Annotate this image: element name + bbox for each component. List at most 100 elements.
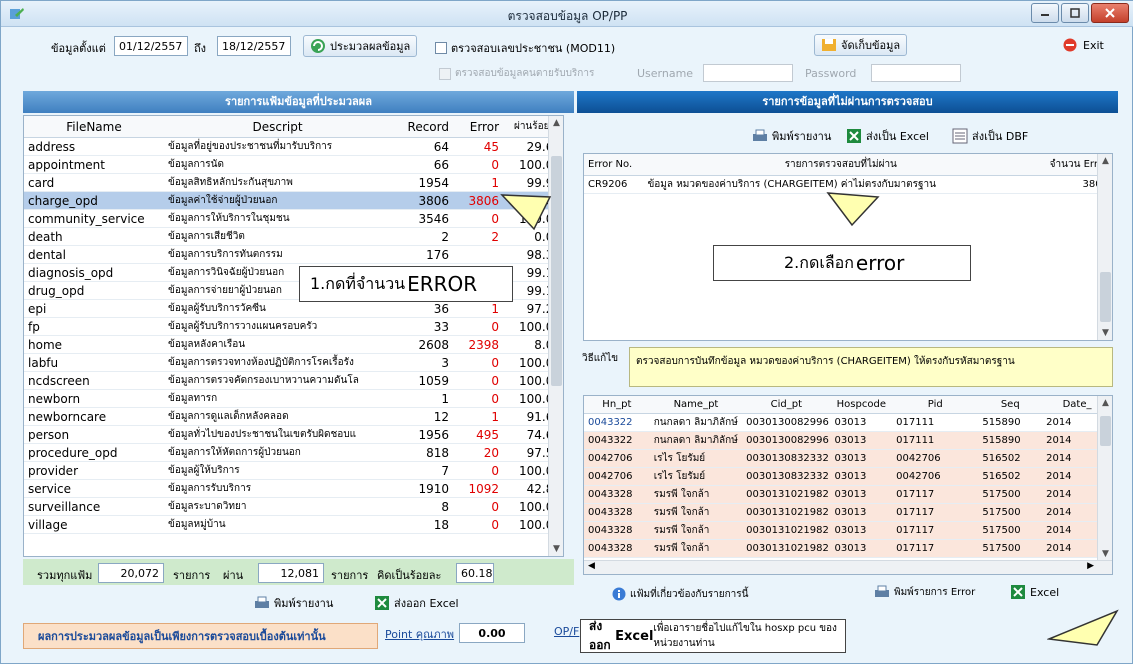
detail-excel-label: Excel xyxy=(1030,585,1060,599)
process-button[interactable]: ประมวลผลข้อมูล xyxy=(303,35,418,57)
table-row[interactable]: address ข้อมูลที่อยู่ของประชาชนที่มารับบร… xyxy=(24,137,563,156)
table-row[interactable]: village ข้อมูลหมู่บ้าน 18 0 100.00 xyxy=(24,515,563,534)
date-to-input[interactable]: 18/12/2557 xyxy=(217,36,291,56)
error-cell[interactable]: 0 xyxy=(453,515,503,534)
table-row[interactable]: deathข้อมูลการเสียชีวิต220.00 xyxy=(24,227,563,246)
file-grid-scrollbar[interactable]: ▲ ▼ xyxy=(548,116,563,556)
error-cell[interactable]: 20 xyxy=(453,443,503,462)
detail-grid-vscrollbar[interactable]: ▲ ▼ xyxy=(1097,396,1112,560)
detail-row[interactable]: 0043328 รมรพี ใจกล้า 0030131021982 03013 017… xyxy=(584,485,1112,504)
related-files-button[interactable]: แฟ้มที่เกี่ยวข้องกับรายการนี้ xyxy=(605,583,756,605)
scroll-thumb[interactable] xyxy=(1100,272,1111,322)
column-header[interactable]: Error xyxy=(453,116,503,138)
detail-excel-button[interactable]: Excel xyxy=(1003,581,1066,603)
error-cell[interactable]: 0 xyxy=(453,497,503,516)
table-row[interactable]: person ข้อมูลทั่วไปของประชาชนในเขตรับผิดช… xyxy=(24,425,563,444)
save-data-button[interactable]: จัดเก็บข้อมูล xyxy=(814,34,908,56)
date-from-input[interactable]: 01/12/2557 xyxy=(114,36,188,56)
error-cell[interactable]: 0 xyxy=(453,353,503,372)
error-cell[interactable]: 1 xyxy=(453,173,503,192)
maximize-button[interactable] xyxy=(1061,3,1089,23)
error-cell[interactable] xyxy=(453,245,503,264)
detail-row[interactable]: 0043328 รมรพี ใจกล้า 0030131021982 03013 017… xyxy=(584,521,1112,540)
scroll-thumb[interactable] xyxy=(1100,416,1111,446)
error-cell[interactable]: 2398 xyxy=(453,335,503,354)
scroll-down-icon[interactable]: ▼ xyxy=(549,544,563,554)
table-row[interactable]: appointment ข้อมูลการนัด 66 0 100.00 xyxy=(24,155,563,174)
table-row[interactable]: ncdscreen ข้อมูลการตรวจคัดกรองเบาหวานความ… xyxy=(24,371,563,390)
table-row[interactable]: community_service ข้อมูลการให้บริการในชุม… xyxy=(24,209,563,228)
check-cid-checkbox[interactable]: ตรวจสอบเลขประชาชน (MOD11) xyxy=(435,39,615,57)
error-cell[interactable]: 3806 xyxy=(453,191,503,210)
point-quality-link[interactable]: Point คุณภาพ xyxy=(385,625,454,643)
table-row[interactable]: dental ข้อมูลการบริการทันตกรรม 176 98.32 xyxy=(24,245,563,264)
error-cell[interactable]: 0 xyxy=(453,209,503,228)
scroll-down-icon[interactable]: ▼ xyxy=(1098,549,1112,559)
table-row[interactable]: labfu ข้อมูลการตรวจทางห้องปฏิบัติการโรคเร… xyxy=(24,353,563,372)
right-excel-button[interactable]: ส่งเป็น Excel xyxy=(839,125,936,147)
file-name-cell: charge_opd xyxy=(24,191,164,210)
right-print-button[interactable]: พิมพ์รายงาน xyxy=(745,125,838,147)
error-cell[interactable]: 495 xyxy=(453,425,503,444)
column-header[interactable]: Record xyxy=(391,116,453,138)
table-row[interactable]: homeข้อมูลหลังคาเรือน260823988.05 xyxy=(24,335,563,354)
close-button[interactable] xyxy=(1091,3,1129,23)
table-row[interactable]: procedure_opd ข้อมูลการให้หัตถการผู้ป่วยน… xyxy=(24,443,563,462)
detail-row[interactable]: 0042706 เรไร โยรัมย์ 0030130832332 03013 004… xyxy=(584,467,1112,486)
column-header[interactable]: Hn_pt xyxy=(584,396,650,414)
error-grid-scrollbar[interactable]: ▲ ▼ xyxy=(1097,154,1112,340)
table-row[interactable]: surveillance ข้อมูลระบาดวิทยา 8 0 100.00 xyxy=(24,497,563,516)
right-dbf-button[interactable]: ส่งเป็น DBF xyxy=(945,125,1035,147)
detail-row[interactable]: 0042706 เรไร โยรัมย์ 0030130832332 03013 004… xyxy=(584,449,1112,468)
error-cell[interactable]: 0 xyxy=(453,155,503,174)
column-header[interactable]: Hospcode xyxy=(830,396,893,414)
minimize-button[interactable] xyxy=(1031,3,1059,23)
detail-row[interactable]: 0043322 กนกลดา ลิมาภิลักษ์ 0030130082996 03… xyxy=(584,413,1112,432)
column-header[interactable]: Pid xyxy=(892,396,979,414)
check-death-checkbox[interactable]: ตรวจสอบข้อมูลคนตายรับบริการ xyxy=(439,66,594,81)
table-row[interactable]: card ข้อมูลสิทธิหลักประกันสุขภาพ 1954 1 99.9… xyxy=(24,173,563,192)
scroll-thumb[interactable] xyxy=(551,156,562,386)
column-header[interactable]: Descript xyxy=(164,116,391,138)
error-cell[interactable]: 0 xyxy=(453,317,503,336)
error-cell[interactable]: 1 xyxy=(453,299,503,318)
table-row[interactable]: epi ข้อมูลผู้รับบริการวัคซีน 36 1 97.22 xyxy=(24,299,563,318)
table-row[interactable]: provider ข้อมูลผู้ให้บริการ 7 0 100.00 xyxy=(24,461,563,480)
table-row[interactable]: newborncare ข้อมูลการดูแลเด็กหลังคลอด 12 1 9… xyxy=(24,407,563,426)
op-link[interactable]: OP/F xyxy=(554,625,579,638)
detail-row[interactable]: 0043328 รมรพี ใจกล้า 0030131021982 03013 017… xyxy=(584,539,1112,558)
column-header[interactable]: Error No. xyxy=(584,154,644,176)
column-header[interactable]: FileName xyxy=(24,116,164,138)
detail-grid-hscrollbar[interactable]: ◀ ▶ xyxy=(584,560,1112,574)
error-cell[interactable]: 1 xyxy=(453,407,503,426)
scroll-down-icon[interactable]: ▼ xyxy=(1098,328,1112,338)
column-header[interactable]: Cid_pt xyxy=(742,396,831,414)
record-cell: 66 xyxy=(391,155,453,174)
scroll-left-icon[interactable]: ◀ xyxy=(588,561,595,571)
table-row[interactable]: charge_opd ข้อมูลค่าใช้จ่ายผู้ป่วยนอก 3806… xyxy=(24,191,563,210)
username-input[interactable] xyxy=(703,64,793,82)
scroll-up-icon[interactable]: ▲ xyxy=(549,118,563,128)
column-header[interactable]: Name_pt xyxy=(649,396,743,414)
error-cell[interactable]: 0 xyxy=(453,389,503,408)
scroll-up-icon[interactable]: ▲ xyxy=(1098,156,1112,166)
left-print-button[interactable]: พิมพ์รายงาน xyxy=(247,592,340,614)
error-cell[interactable]: 45 xyxy=(453,137,503,156)
error-cell[interactable]: 0 xyxy=(453,371,503,390)
error-cell[interactable]: 1092 xyxy=(453,479,503,498)
left-excel-button[interactable]: ส่งออก Excel xyxy=(367,592,466,614)
table-row[interactable]: fp ข้อมูลผู้รับบริการวางแผนครอบครัว 33 0 100… xyxy=(24,317,563,336)
column-header[interactable]: Seq xyxy=(978,396,1043,414)
detail-row[interactable]: 0043328 รมรพี ใจกล้า 0030131021982 03013 017… xyxy=(584,503,1112,522)
table-row[interactable]: service ข้อมูลการรับบริการ 1910 1092 42.83 xyxy=(24,479,563,498)
scroll-up-icon[interactable]: ▲ xyxy=(1098,398,1112,408)
column-header[interactable]: รายการตรวจสอบที่ไม่ผ่าน xyxy=(643,154,1039,176)
error-cell[interactable]: 0 xyxy=(453,461,503,480)
exit-button[interactable]: Exit xyxy=(1063,38,1104,52)
password-input[interactable] xyxy=(871,64,961,82)
table-row[interactable]: newborn ข้อมูลทารก 1 0 100.00 xyxy=(24,389,563,408)
error-cell[interactable]: 2 xyxy=(453,227,503,246)
print-error-button[interactable]: พิมพ์รายการ Error xyxy=(867,581,982,603)
detail-row[interactable]: 0043322 กนกลดา ลิมาภิลักษ์ 0030130082996 03… xyxy=(584,431,1112,450)
scroll-right-icon[interactable]: ▶ xyxy=(1087,561,1094,571)
